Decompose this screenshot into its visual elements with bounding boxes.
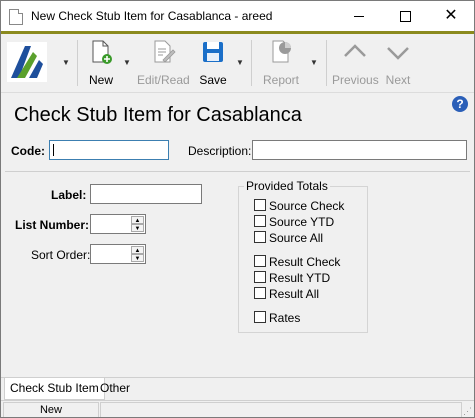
description-input[interactable]: [252, 140, 467, 160]
save-button[interactable]: Save: [197, 38, 229, 87]
result-check-label: Result Check: [269, 255, 341, 269]
report-dropdown-icon[interactable]: ▼: [310, 58, 318, 67]
new-button-label: New: [88, 73, 113, 87]
page-title: Check Stub Item for Casablanca: [14, 104, 302, 126]
status-mode: New: [3, 402, 99, 417]
previous-button-label: Previous: [332, 73, 379, 87]
minimize-button[interactable]: [336, 1, 382, 31]
source-all-checkbox[interactable]: [254, 231, 266, 243]
report-button-label: Report: [262, 73, 300, 87]
source-check-checkbox[interactable]: [254, 199, 266, 211]
edit-read-button[interactable]: Edit/Read: [137, 38, 190, 87]
status-message: [100, 402, 462, 417]
source-ytd-checkbox[interactable]: [254, 215, 266, 227]
logo-dropdown-icon[interactable]: ▼: [62, 58, 70, 67]
maximize-icon: [399, 10, 411, 22]
save-dropdown-icon[interactable]: ▼: [236, 58, 244, 67]
toolbar: ▼ New ▼ Edit/Read Save ▼ Report ▼ Previo…: [1, 34, 474, 93]
result-check-checkbox[interactable]: [254, 255, 266, 267]
result-ytd-label: Result YTD: [269, 271, 331, 285]
edit-document-icon: [154, 40, 176, 63]
result-all-checkbox[interactable]: [254, 287, 266, 299]
code-input[interactable]: [49, 140, 169, 160]
spin-up-icon[interactable]: ▲: [131, 246, 144, 254]
resize-grip-icon[interactable]: ⋰: [463, 406, 472, 417]
tab-check-stub-item[interactable]: Check Stub Item: [4, 378, 105, 400]
description-label: Description:: [188, 144, 252, 158]
minimize-icon: [354, 15, 364, 17]
app-window: New Check Stub Item for Casablanca - are…: [0, 0, 475, 418]
source-all-label: Source All: [269, 231, 324, 245]
report-chart-icon: [272, 40, 291, 63]
label-field-label: Label:: [51, 188, 87, 202]
save-disk-icon: [203, 42, 223, 62]
status-bar: New ⋰: [1, 400, 474, 417]
spin-down-icon[interactable]: ▼: [131, 224, 144, 232]
text-caret: [53, 144, 54, 156]
app-logo-icon[interactable]: [7, 42, 47, 82]
result-ytd-checkbox[interactable]: [254, 271, 266, 283]
rates-label: Rates: [269, 311, 301, 325]
result-all-label: Result All: [269, 287, 320, 301]
spin-up-icon[interactable]: ▲: [131, 216, 144, 224]
toolbar-separator: [251, 40, 252, 86]
code-label: Code:: [11, 144, 45, 158]
report-button[interactable]: Report: [261, 38, 301, 87]
provided-totals-title: Provided Totals: [244, 179, 330, 193]
maximize-button[interactable]: [382, 1, 428, 31]
previous-button[interactable]: Previous: [332, 38, 379, 87]
source-check-label: Source Check: [269, 199, 345, 213]
rates-checkbox[interactable]: [254, 311, 266, 323]
tab-strip: Check Stub Item Other: [1, 377, 474, 400]
sort-order-label: Sort Order:: [31, 248, 91, 262]
toolbar-separator: [326, 40, 327, 86]
source-ytd-label: Source YTD: [269, 215, 335, 229]
edit-read-button-label: Edit/Read: [137, 73, 190, 87]
save-button-label: Save: [199, 73, 227, 87]
new-button[interactable]: New: [85, 38, 117, 87]
chevron-down-icon: [387, 47, 409, 60]
sort-order-stepper[interactable]: ▲ ▼: [90, 244, 146, 264]
new-dropdown-icon[interactable]: ▼: [123, 58, 131, 67]
tab-other[interactable]: Other: [95, 378, 135, 399]
close-button[interactable]: ✕: [428, 1, 474, 31]
chevron-up-icon: [344, 44, 366, 57]
next-button-label: Next: [385, 73, 411, 87]
window-title: New Check Stub Item for Casablanca - are…: [31, 9, 273, 23]
list-number-stepper[interactable]: ▲ ▼: [90, 214, 146, 234]
title-bar: New Check Stub Item for Casablanca - are…: [1, 1, 474, 31]
next-button[interactable]: Next: [382, 38, 414, 87]
close-icon: ✕: [444, 7, 458, 24]
spin-down-icon[interactable]: ▼: [131, 254, 144, 262]
document-icon: [9, 9, 23, 25]
list-number-label: List Number:: [15, 218, 90, 232]
help-icon[interactable]: ?: [452, 96, 468, 112]
label-input[interactable]: [90, 184, 202, 204]
toolbar-separator: [77, 40, 78, 86]
new-document-icon: [92, 40, 112, 64]
